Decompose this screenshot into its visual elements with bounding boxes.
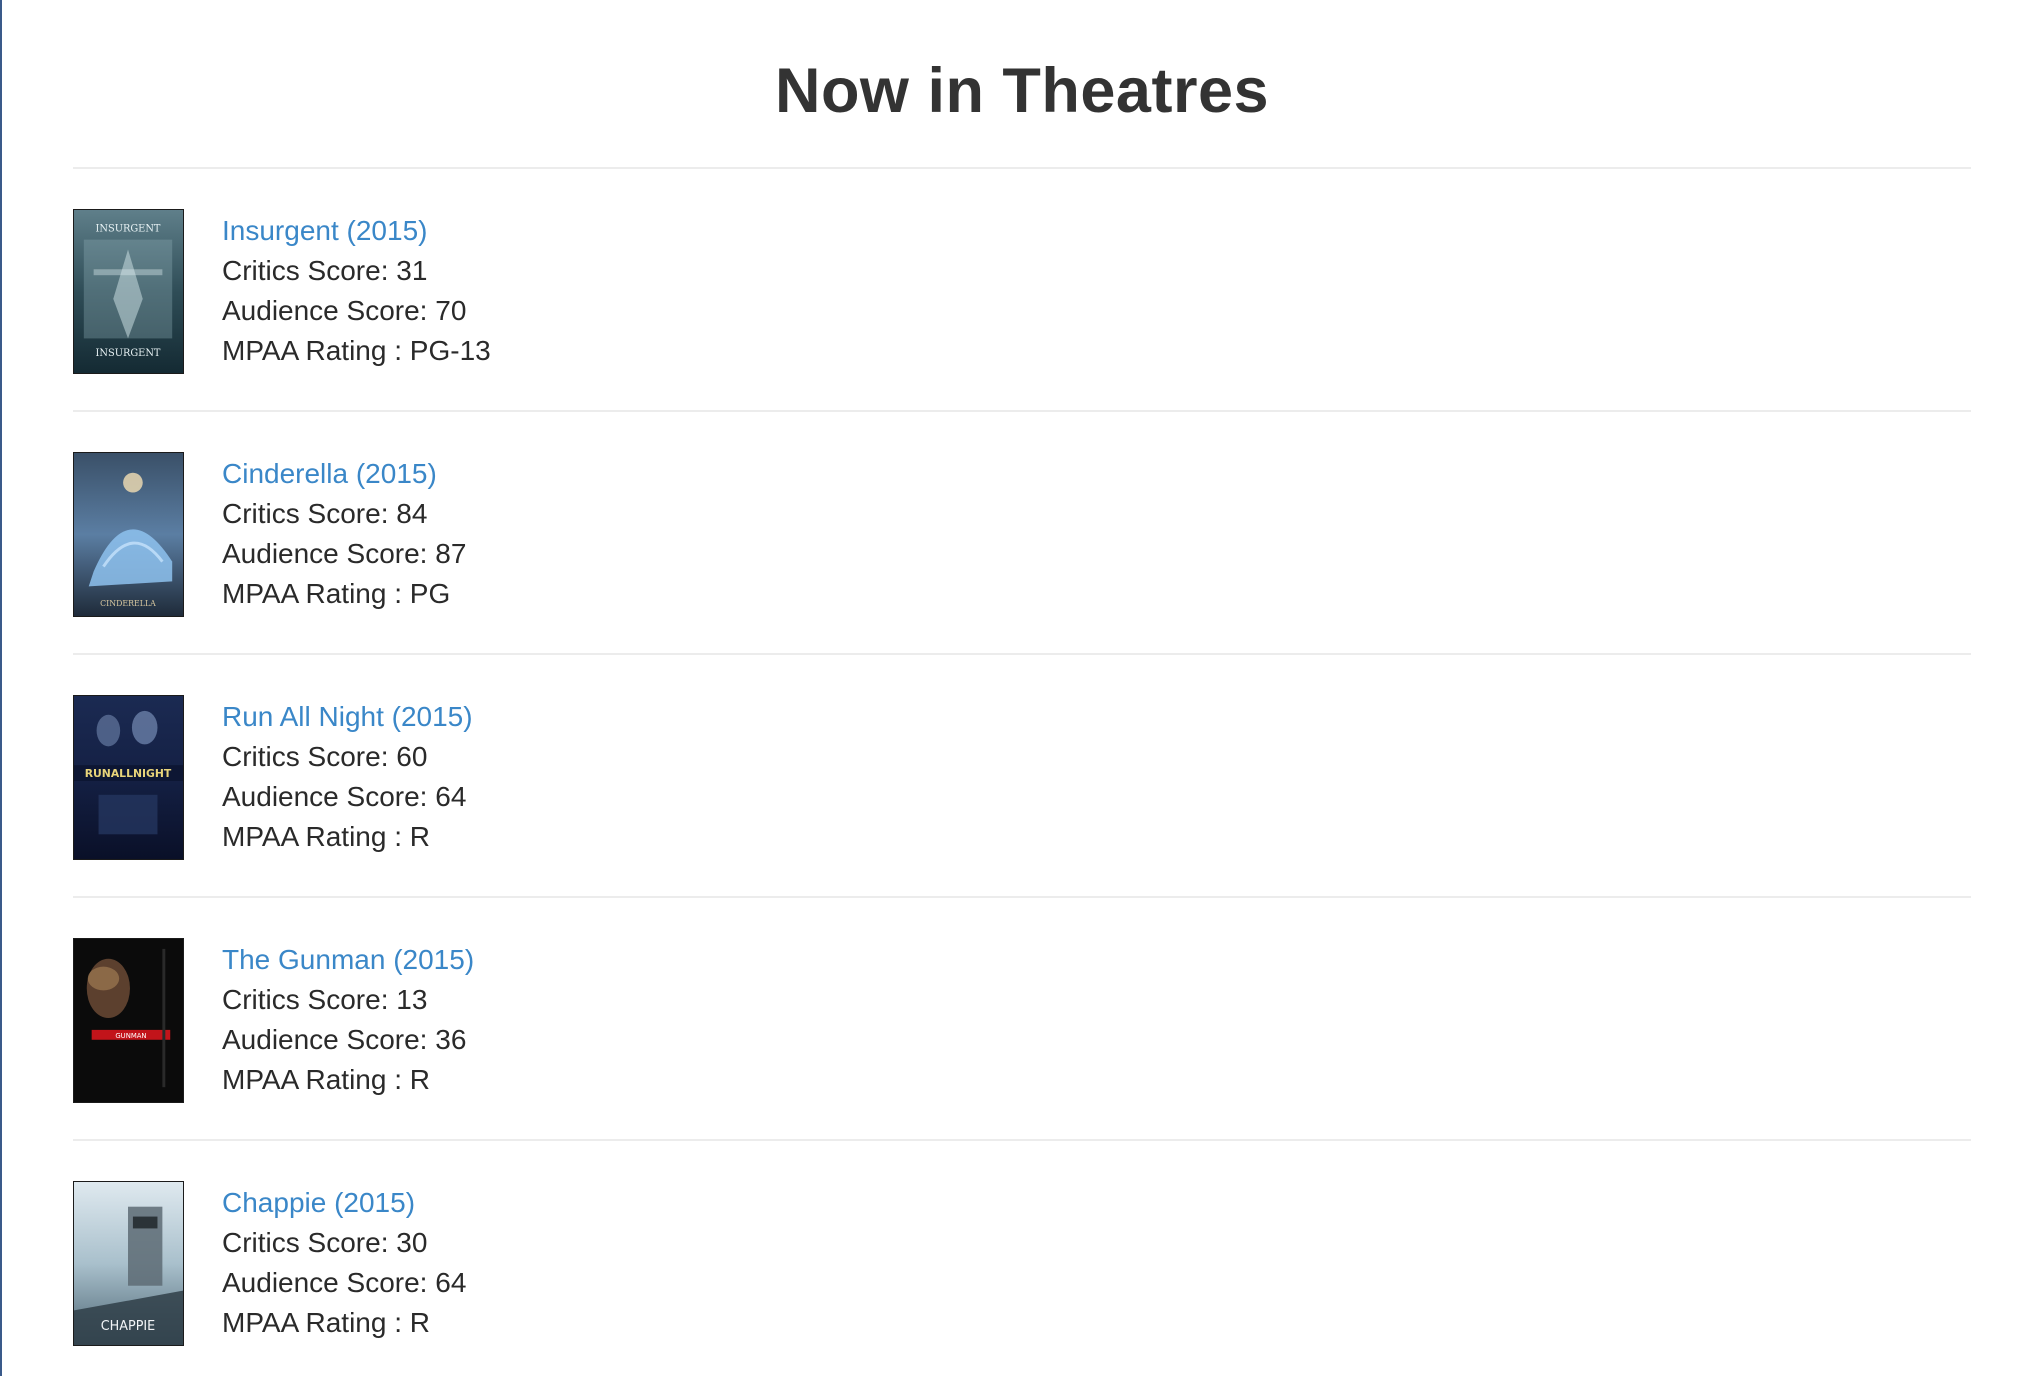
mpaa-rating: MPAA Rating : R [222, 1307, 431, 1338]
cinderella-poster-image[interactable]: CINDERELLA [73, 452, 184, 617]
chappie-poster-image[interactable]: CHAPPIE [73, 1181, 184, 1346]
movie-item: INSURGENT INSURGENT Insurgent (2015) Cri… [73, 167, 1971, 410]
audience-score: Audience Score: 36 [222, 1024, 467, 1055]
audience-score: Audience Score: 64 [222, 781, 467, 812]
mpaa-rating: MPAA Rating : PG [222, 578, 451, 609]
movie-item: GUNMAN The Gunman (2015) Critics Score: … [73, 896, 1971, 1139]
critics-score: Critics Score: 13 [222, 984, 428, 1015]
movie-info: Cinderella (2015) Critics Score: 84 Audi… [222, 454, 466, 614]
svg-text:CHAPPIE: CHAPPIE [101, 1319, 155, 1334]
svg-text:RUNALLNIGHT: RUNALLNIGHT [85, 767, 172, 780]
movie-title-link[interactable]: The Gunman (2015) [222, 940, 474, 980]
mpaa-rating: MPAA Rating : R [222, 1064, 431, 1095]
svg-text:INSURGENT: INSURGENT [96, 224, 161, 235]
movie-title-link[interactable]: Insurgent (2015) [222, 211, 491, 251]
movie-item: RUNALLNIGHT Run All Night (2015) Critics… [73, 653, 1971, 896]
movie-info: The Gunman (2015) Critics Score: 13 Audi… [222, 940, 474, 1100]
audience-score: Audience Score: 64 [222, 1267, 467, 1298]
movie-info: Run All Night (2015) Critics Score: 60 A… [222, 697, 473, 857]
movie-item: CHAPPIE Chappie (2015) Critics Score: 30… [73, 1139, 1971, 1376]
audience-score: Audience Score: 70 [222, 295, 467, 326]
insurgent-poster-image[interactable]: INSURGENT INSURGENT [73, 209, 184, 374]
critics-score: Critics Score: 84 [222, 498, 428, 529]
critics-score: Critics Score: 60 [222, 741, 428, 772]
svg-text:GUNMAN: GUNMAN [115, 1032, 146, 1040]
critics-score: Critics Score: 31 [222, 255, 428, 286]
svg-text:INSURGENT: INSURGENT [96, 348, 161, 359]
run-all-night-poster-image[interactable]: RUNALLNIGHT [73, 695, 184, 860]
page: Now in Theatres INSURGENT INSURGENT Insu… [0, 0, 2022, 1376]
mpaa-rating: MPAA Rating : PG-13 [222, 335, 491, 366]
page-title: Now in Theatres [774, 56, 1270, 126]
movie-title-link[interactable]: Chappie (2015) [222, 1183, 466, 1223]
movie-list: INSURGENT INSURGENT Insurgent (2015) Cri… [73, 167, 1971, 1376]
movie-item: CINDERELLA Cinderella (2015) Critics Sco… [73, 410, 1971, 653]
critics-score: Critics Score: 30 [222, 1227, 428, 1258]
movie-info: Chappie (2015) Critics Score: 30 Audienc… [222, 1183, 466, 1343]
movie-title-link[interactable]: Cinderella (2015) [222, 454, 466, 494]
svg-text:CINDERELLA: CINDERELLA [100, 599, 156, 608]
mpaa-rating: MPAA Rating : R [222, 821, 431, 852]
gunman-poster-image[interactable]: GUNMAN [73, 938, 184, 1103]
audience-score: Audience Score: 87 [222, 538, 467, 569]
movie-info: Insurgent (2015) Critics Score: 31 Audie… [222, 211, 491, 371]
movie-title-link[interactable]: Run All Night (2015) [222, 697, 473, 737]
